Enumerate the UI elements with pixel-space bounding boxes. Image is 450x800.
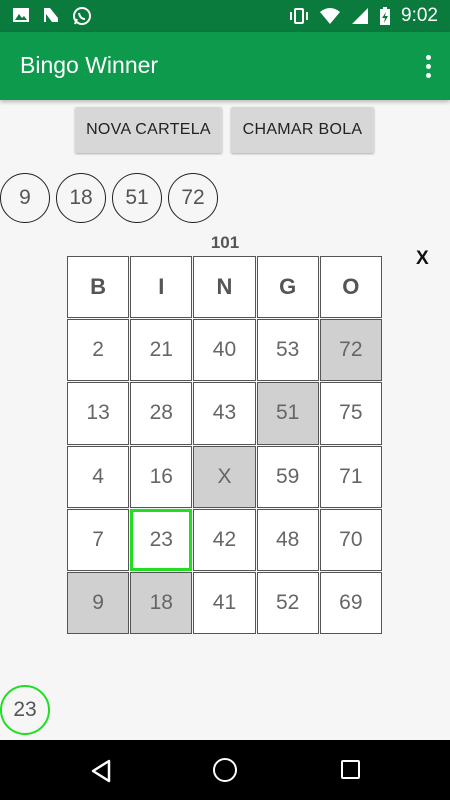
column-header-b: B [67,256,130,319]
card-cell[interactable]: 75 [319,382,382,445]
navigation-bar [0,740,450,800]
whatsapp-icon [73,7,91,25]
called-ball: 72 [168,173,218,223]
card-cell[interactable]: 59 [256,445,319,508]
bingo-card-grid: B I N G O 2 21 40 53 72 13 28 43 51 75 4 16 X 59 71 7 23 42 48 7… [67,256,383,635]
overflow-menu-icon[interactable] [420,50,436,82]
card-cell[interactable]: 18 [130,571,193,635]
battery-charging-icon [380,7,391,25]
column-header-i: I [130,256,193,319]
system-icons: 9:02 [289,5,438,27]
card-cell[interactable]: 71 [319,445,382,508]
wifi-icon [320,8,341,24]
card-number: 101 [210,233,240,252]
card-cell[interactable]: 9 [67,571,130,635]
image-icon [13,8,29,22]
called-ball: 9 [0,173,50,223]
card-cell[interactable]: 13 [67,382,130,445]
card-cell[interactable]: 70 [319,508,382,571]
card-cell[interactable]: 69 [319,571,382,635]
called-ball: 51 [112,173,162,223]
card-cell[interactable]: 42 [193,508,256,571]
card-cell[interactable]: 21 [130,319,193,382]
call-ball-button[interactable]: CHAMAR BOLA [231,107,374,153]
new-card-button[interactable]: NOVA CARTELA [75,107,222,153]
back-icon[interactable] [90,759,112,783]
status-time: 9:02 [401,5,438,26]
free-space-cell[interactable]: X [193,445,256,508]
card-cell[interactable]: 72 [319,319,382,382]
called-ball: 18 [56,173,106,223]
close-card-button[interactable]: X [416,248,429,270]
card-cell[interactable]: 4 [67,445,130,508]
signal-icon [352,8,369,24]
card-cell[interactable]: 7 [67,508,130,571]
card-cell[interactable]: 41 [193,571,256,635]
column-header-n: N [193,256,256,319]
vibrate-icon [290,8,309,24]
card-cell[interactable]: 23 [130,508,193,571]
card-cell[interactable]: 48 [256,508,319,571]
column-header-o: O [319,256,382,319]
card-cell[interactable]: 52 [256,571,319,635]
app-bar: Bingo Winner [0,32,450,100]
called-balls-row: 9 18 51 72 [0,173,224,223]
column-header-g: G [256,256,319,319]
home-icon[interactable] [213,758,237,782]
card-cell[interactable]: 40 [193,319,256,382]
card-cell[interactable]: 43 [193,382,256,445]
card-cell[interactable]: 2 [67,319,130,382]
card-cell[interactable]: 28 [130,382,193,445]
n-icon [44,8,58,22]
card-cell[interactable]: 16 [130,445,193,508]
card-cell[interactable]: 51 [256,382,319,445]
last-called-ball: 23 [0,685,50,735]
recent-apps-icon[interactable] [341,760,360,779]
app-title: Bingo Winner [20,52,159,78]
notification-icons [12,6,92,26]
card-cell[interactable]: 53 [256,319,319,382]
status-bar: 9:02 [0,0,450,32]
